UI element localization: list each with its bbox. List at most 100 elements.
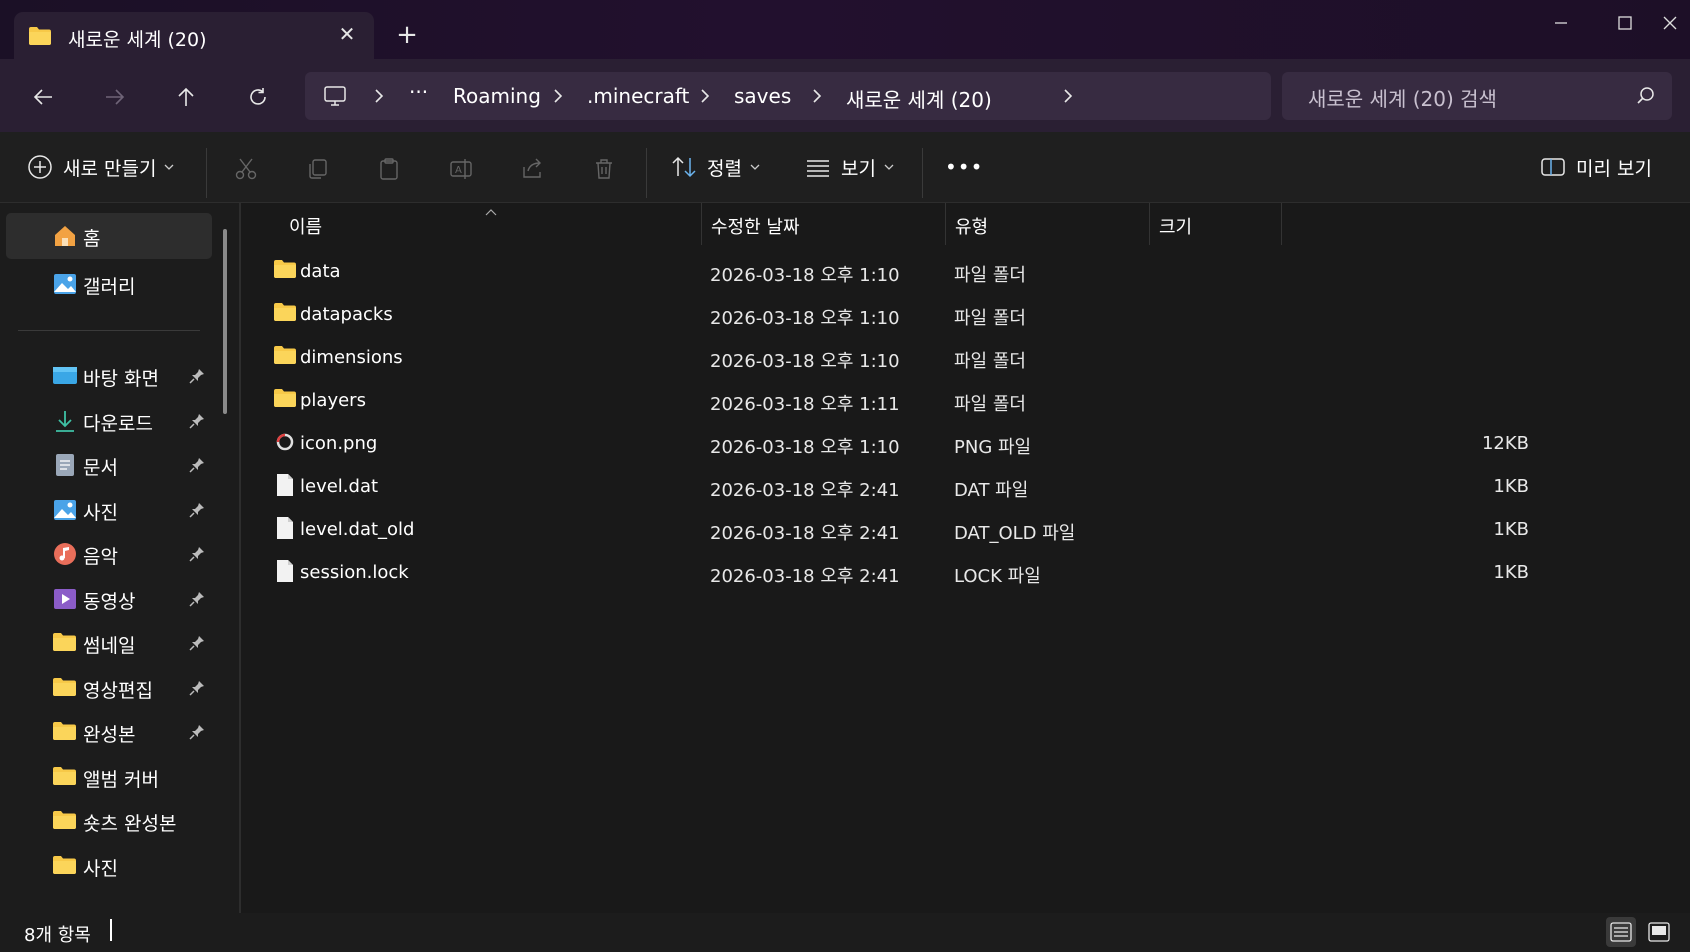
chevron-right-icon[interactable] (699, 87, 711, 109)
preview-pane-label: 미리 보기 (1576, 157, 1652, 180)
cut-icon[interactable] (231, 154, 261, 184)
sidebar-item-folder[interactable]: 사진 (6, 843, 212, 889)
new-tab-button[interactable]: + (392, 20, 422, 50)
file-type: 파일 폴더 (954, 351, 1026, 372)
arrow-left-icon (33, 89, 52, 105)
sidebar-item-music[interactable]: 음악 (6, 531, 212, 577)
music-icon (52, 542, 78, 566)
chevron-right-icon[interactable] (1062, 87, 1074, 109)
sort-button[interactable]: 정렬 (671, 148, 760, 186)
table-row[interactable]: datapacks 2026-03-18 오후 1:10 파일 폴더 (269, 294, 1529, 334)
sidebar-item-gallery[interactable]: 갤러리 (6, 261, 212, 307)
breadcrumb-saves[interactable]: saves (734, 84, 791, 108)
table-row[interactable]: data 2026-03-18 오후 1:10 파일 폴더 (269, 251, 1529, 291)
file-type: 파일 폴더 (954, 394, 1026, 415)
table-row[interactable]: session.lock 2026-03-18 오후 2:41 LOCK 파일 … (269, 552, 1529, 592)
close-window-button[interactable] (1650, 0, 1690, 46)
pin-icon[interactable] (189, 456, 205, 478)
table-row[interactable]: icon.png 2026-03-18 오후 1:10 PNG 파일 12KB (269, 423, 1529, 463)
copy-icon[interactable] (303, 154, 333, 184)
delete-icon[interactable] (589, 154, 619, 184)
breadcrumb-minecraft[interactable]: .minecraft (587, 84, 689, 108)
large-icons-view-icon (1648, 922, 1670, 942)
sidebar-item-videos[interactable]: 동영상 (6, 576, 212, 622)
more-options-button[interactable]: ••• (945, 148, 983, 186)
share-icon[interactable] (518, 154, 548, 184)
refresh-button[interactable] (238, 77, 278, 117)
column-divider[interactable] (945, 203, 946, 245)
table-row[interactable]: level.dat_old 2026-03-18 오후 2:41 DAT_OLD… (269, 509, 1529, 549)
table-row[interactable]: dimensions 2026-03-18 오후 1:10 파일 폴더 (269, 337, 1529, 377)
home-icon (52, 224, 78, 248)
download-icon (52, 409, 78, 433)
column-divider[interactable] (701, 203, 702, 245)
view-button[interactable]: 보기 (805, 148, 894, 186)
pin-icon[interactable] (189, 412, 205, 434)
file-name: icon.png (300, 433, 378, 454)
table-row[interactable]: players 2026-03-18 오후 1:11 파일 폴더 (269, 380, 1529, 420)
sidebar-item-label: 동영상 (83, 591, 136, 613)
rename-icon[interactable]: A (446, 154, 476, 184)
breadcrumb-roaming[interactable]: Roaming (453, 84, 541, 108)
sidebar-item-downloads[interactable]: 다운로드 (6, 398, 212, 444)
sidebar-item-folder[interactable]: 완성본 (6, 709, 212, 755)
back-button[interactable] (23, 77, 63, 117)
this-pc-icon (323, 85, 347, 111)
large-icons-view-button[interactable] (1644, 917, 1674, 947)
sidebar-item-pictures[interactable]: 사진 (6, 487, 212, 533)
item-count: 8개 항목 (24, 925, 91, 946)
address-bar[interactable]: ··· Roaming .minecraft saves 새로운 세계 (20) (305, 72, 1271, 120)
tab-current-folder[interactable]: 새로운 세계 (20) ✕ (14, 12, 374, 59)
chevron-right-icon[interactable] (373, 87, 385, 109)
preview-pane-button[interactable]: 미리 보기 (1540, 148, 1652, 186)
navigation-bar: ··· Roaming .minecraft saves 새로운 세계 (20)… (0, 59, 1690, 132)
sidebar-item-home[interactable]: 홈 (6, 213, 212, 259)
sort-ascending-icon (484, 201, 498, 220)
forward-button[interactable] (95, 77, 135, 117)
details-view-button[interactable] (1606, 917, 1636, 947)
pin-icon[interactable] (189, 545, 205, 567)
pin-icon[interactable] (189, 634, 205, 656)
breadcrumb-overflow[interactable]: ··· (409, 80, 428, 104)
pin-icon[interactable] (189, 679, 205, 701)
up-button[interactable] (166, 77, 206, 117)
column-divider[interactable] (1281, 203, 1282, 245)
minimize-button[interactable] (1526, 0, 1596, 46)
navigation-pane: 홈 갤러리 바탕 화면 다운로드 문서 사진 음악 동영상 썸네일 영상편집 완… (0, 203, 240, 913)
breadcrumb-current-folder[interactable]: 새로운 세계 (20) (846, 84, 992, 113)
chevron-down-icon (750, 164, 760, 170)
sidebar-item-documents[interactable]: 문서 (6, 442, 212, 488)
toolbar-separator (922, 148, 923, 198)
file-icon (275, 473, 295, 502)
paste-icon[interactable] (374, 154, 404, 184)
folder-icon (273, 345, 297, 370)
file-type: 파일 폴더 (954, 308, 1026, 329)
pin-icon[interactable] (189, 367, 205, 389)
title-bar: 새로운 세계 (20) ✕ + (0, 0, 1690, 59)
search-icon[interactable] (1636, 86, 1656, 110)
sidebar-item-folder[interactable]: 영상편집 (6, 665, 212, 711)
column-header-date[interactable]: 수정한 날짜 (711, 213, 800, 239)
pin-icon[interactable] (189, 590, 205, 612)
pin-icon[interactable] (189, 501, 205, 523)
search-box[interactable]: 새로운 세계 (20) 검색 (1282, 72, 1672, 120)
chevron-right-icon[interactable] (552, 87, 564, 109)
column-divider[interactable] (1149, 203, 1150, 245)
chevron-right-icon[interactable] (811, 87, 823, 109)
sidebar-scrollbar[interactable] (223, 229, 227, 414)
file-name: session.lock (300, 562, 409, 583)
sidebar-item-label: 사진 (83, 502, 118, 524)
tab-close-icon[interactable]: ✕ (332, 19, 362, 49)
sidebar-item-desktop[interactable]: 바탕 화면 (6, 353, 212, 399)
sidebar-item-folder[interactable]: 썸네일 (6, 620, 212, 666)
pin-icon[interactable] (189, 723, 205, 745)
command-bar: 새로 만들기 A 정렬 보기 ••• 미리 보기 (0, 132, 1690, 203)
sidebar-item-folder[interactable]: 앨범 커버 (6, 754, 212, 800)
sidebar-item-folder[interactable]: 숏츠 완성본 (6, 798, 212, 844)
column-header-name[interactable]: 이름 (289, 213, 322, 239)
sidebar-item-label: 사진 (83, 858, 118, 880)
column-header-size[interactable]: 크기 (1159, 213, 1192, 239)
new-button[interactable]: 새로 만들기 (27, 148, 174, 186)
table-row[interactable]: level.dat 2026-03-18 오후 2:41 DAT 파일 1KB (269, 466, 1529, 506)
column-header-type[interactable]: 유형 (955, 213, 988, 239)
